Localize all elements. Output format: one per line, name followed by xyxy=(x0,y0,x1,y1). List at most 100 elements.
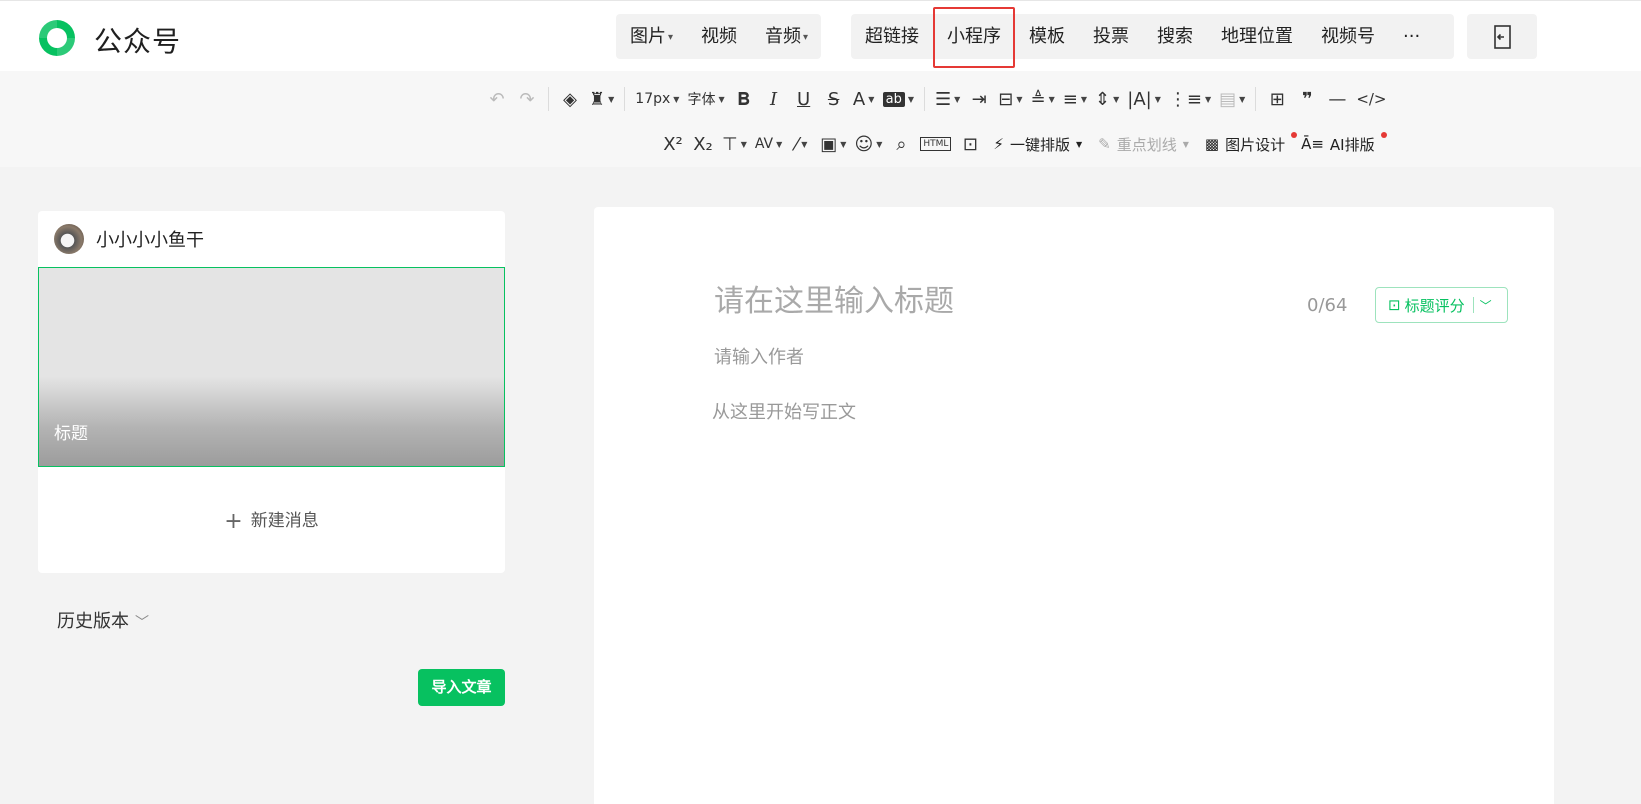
vertical-align-icon: ⊤ xyxy=(722,133,738,155)
one-click-layout-label: 一键排版 xyxy=(1009,135,1070,154)
title-char-count: 0/64 xyxy=(1307,295,1348,316)
author-input[interactable] xyxy=(712,346,1116,369)
font-family-select[interactable]: 字体 ▼ xyxy=(683,84,728,114)
brand-title: 公众号 xyxy=(94,25,182,58)
insert-channels-button[interactable]: 视频号 xyxy=(1307,14,1389,59)
underline-icon: U xyxy=(797,88,811,110)
undo-icon: ↶ xyxy=(489,88,505,110)
more-button[interactable]: ··· xyxy=(1389,14,1434,59)
chevron-down-icon: ▼ xyxy=(876,139,883,149)
line-height-button[interactable]: ⇕ ▼ xyxy=(1091,84,1123,114)
code-icon: </> xyxy=(1356,90,1387,108)
font-color-button[interactable]: A ▼ xyxy=(849,84,879,114)
font-color-icon: A xyxy=(852,88,866,110)
undo-button[interactable]: ↶ xyxy=(482,84,512,114)
title-input[interactable] xyxy=(712,283,1276,320)
horizontal-rule-button[interactable]: — xyxy=(1322,84,1352,114)
chevron-down-icon: ▼ xyxy=(907,94,914,104)
bold-button[interactable]: 𝐁 xyxy=(729,84,759,114)
clear-format-button[interactable]: ◈ xyxy=(555,84,585,114)
subscript-button[interactable]: X₂ xyxy=(688,129,718,159)
underline-button[interactable]: U xyxy=(789,84,819,114)
italic-button[interactable]: I xyxy=(759,84,789,114)
ai-layout-button[interactable]: Ā≡ AI排版 xyxy=(1293,131,1387,155)
bulleted-list-icon: ⋮≡ xyxy=(1168,88,1202,110)
toolbox-button[interactable]: ⊡ xyxy=(955,129,985,159)
margin-button[interactable]: ⊟ ▼ xyxy=(994,84,1026,114)
letter-spacing-button[interactable]: |A| ▼ xyxy=(1123,84,1165,114)
font-family-value: 字体 xyxy=(687,92,716,108)
image-design-button[interactable]: ▩ 图片设计 xyxy=(1197,131,1298,155)
html-button[interactable]: HTML xyxy=(916,129,955,159)
editor-panel: 0/64 ⊡ 标题评分 ﹀ 从这里开始写正文 xyxy=(594,207,1554,804)
toolbar-divider xyxy=(548,87,549,111)
align-button[interactable]: ☰ ▼ xyxy=(931,84,964,114)
history-label: 历史版本 xyxy=(57,611,129,632)
title-score-button[interactable]: ⊡ 标题评分 ﹀ xyxy=(1375,287,1508,323)
top-header: 公众号 图片 ▾ 视频 音频 ▾ 超链接 小程序 模板 投票 搜索 地理位置 视频号… xyxy=(0,0,1641,72)
toolbar-divider xyxy=(923,87,925,111)
chevron-down-icon: ▼ xyxy=(1080,94,1088,104)
lightning-icon: ⚡ xyxy=(993,135,1004,153)
chevron-down-icon: ▼ xyxy=(1075,139,1083,149)
chevron-down-icon: ▼ xyxy=(1204,94,1212,104)
one-click-layout-button[interactable]: ⚡ 一键排版 ▼ xyxy=(985,134,1090,155)
insert-location-button[interactable]: 地理位置 xyxy=(1207,14,1307,59)
exit-editor-button[interactable] xyxy=(1467,14,1537,59)
ai-text-icon: Ā≡ xyxy=(1301,135,1324,153)
blockquote-button[interactable]: ❞ xyxy=(1292,84,1322,114)
chevron-down-icon: ▼ xyxy=(1239,94,1246,104)
history-versions-toggle[interactable]: 历史版本 ﹀ xyxy=(57,607,149,633)
image-icon: ▩ xyxy=(1204,135,1220,153)
insert-search-button[interactable]: 搜索 xyxy=(1143,14,1207,59)
insert-vote-button[interactable]: 投票 xyxy=(1079,14,1143,59)
article-cover-card[interactable]: 标题 xyxy=(38,267,505,467)
margin-icon: ⊟ xyxy=(998,88,1014,110)
insert-template-button[interactable]: 模板 xyxy=(1015,14,1079,59)
chart-button[interactable]: ▣ ▼ xyxy=(816,129,850,159)
paragraph-spacing-after-button[interactable]: ≡ ▼ xyxy=(1059,84,1091,114)
background-color-button[interactable]: ab ▼ xyxy=(879,84,918,114)
insert-mini-program-button[interactable]: 小程序 xyxy=(933,7,1015,68)
float-button[interactable]: ▤ ▼ xyxy=(1215,84,1249,114)
body-editor[interactable]: 从这里开始写正文 xyxy=(712,398,856,424)
highlight-line-button[interactable]: ✎ 重点划线 ▼ xyxy=(1090,134,1197,155)
emoji-icon: ☺ xyxy=(854,133,874,155)
new-message-button[interactable]: + 新建消息 xyxy=(38,506,505,534)
find-replace-button[interactable]: ⌕ xyxy=(886,129,916,159)
score-icon: ⊡ xyxy=(1388,296,1401,314)
indent-button[interactable]: ⇥ xyxy=(964,84,994,114)
code-button[interactable]: </> xyxy=(1352,84,1390,114)
redo-button[interactable]: ↷ xyxy=(512,84,542,114)
paragraph-spacing-before-button[interactable]: ≜ ▼ xyxy=(1027,84,1059,114)
format-painter-button[interactable]: ♜ ▼ xyxy=(585,84,618,114)
strikethrough-button[interactable]: S xyxy=(819,84,849,114)
toolbar-row-2: X² X₂ ⊤ ▼ AV ▼ ⁄ ▼ ▣ ▼ ☺ ▼ ⌕ HTML ⊡ ⚡ 一键排版 ▼ ✎ 重… xyxy=(658,126,1387,162)
list-button[interactable]: ⋮≡ ▼ xyxy=(1165,84,1215,114)
insert-hyperlink-button[interactable]: 超链接 xyxy=(851,14,933,59)
chevron-down-icon: ▼ xyxy=(1113,94,1120,104)
vertical-align-button[interactable]: ⊤ ▼ xyxy=(718,129,751,159)
subscript-icon: X₂ xyxy=(693,133,713,155)
highlight-ab-icon: ab xyxy=(882,91,905,107)
quote-icon: ❞ xyxy=(1302,88,1313,110)
insert-video-button[interactable]: 视频 xyxy=(687,14,751,59)
chevron-down-icon: ▼ xyxy=(1182,139,1189,149)
insert-image-button[interactable]: 图片 ▾ xyxy=(616,14,687,59)
import-article-button[interactable]: 导入文章 xyxy=(418,669,505,706)
insert-table-button[interactable]: ⊞ xyxy=(1262,84,1292,114)
cover-title: 标题 xyxy=(54,424,88,444)
emoji-button[interactable]: ☺ ▼ xyxy=(850,129,886,159)
chevron-down-icon: ▼ xyxy=(1048,94,1055,104)
superscript-button[interactable]: X² xyxy=(658,129,688,159)
font-size-select[interactable]: 17px ▼ xyxy=(631,84,683,114)
insert-audio-button[interactable]: 音频 ▾ xyxy=(751,14,822,59)
new-message-label: 新建消息 xyxy=(250,511,319,531)
superscript-icon: X² xyxy=(663,133,683,155)
magic-wand-button[interactable]: ⁄ ▼ xyxy=(786,129,816,159)
chart-icon: ▣ xyxy=(820,133,838,155)
char-spacing-button[interactable]: AV ▼ xyxy=(751,129,786,159)
line-height-icon: ⇕ xyxy=(1095,88,1111,110)
plus-icon: + xyxy=(224,509,243,534)
spacing-before-icon: ≜ xyxy=(1030,88,1046,110)
